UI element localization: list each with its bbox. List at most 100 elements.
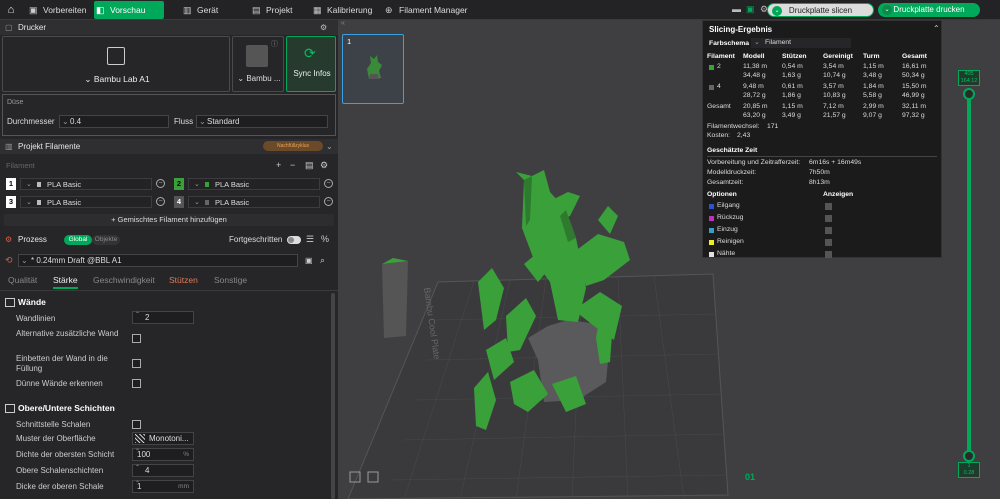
retract-color-swatch: [709, 216, 714, 221]
nozzle-diameter-select[interactable]: ⌄ 0.4: [59, 115, 169, 128]
tab-project[interactable]: ▤ Projekt: [250, 1, 300, 19]
filament-row-4: 4 ⌄ PLA Basic −: [174, 196, 333, 210]
layer-bottom-handle[interactable]: [963, 450, 975, 462]
top-bar: ⌂ ▣ Vorbereiten ◧ Vorschau ▥ Gerät ▤ Projekt…: [0, 0, 1000, 20]
travel-color-swatch: [709, 204, 714, 209]
top-pattern-select[interactable]: Monotoni...: [132, 432, 194, 445]
printer-selector[interactable]: ⌄ Bambu Lab A1: [2, 36, 230, 92]
cube-icon: ▣: [29, 5, 38, 15]
reset-icon[interactable]: ⟲: [5, 255, 13, 266]
global-toggle[interactable]: Global: [64, 235, 92, 245]
remove-filament-icon[interactable]: −: [324, 197, 333, 206]
tab-filament-manager[interactable]: ⊕ Filament Manager: [383, 1, 471, 19]
tab-device[interactable]: ▥ Gerät: [181, 1, 227, 19]
device-icon: ▥: [183, 5, 192, 15]
remove-filament-icon[interactable]: −: [156, 197, 165, 206]
thin-walls-checkbox[interactable]: [132, 379, 141, 388]
sync-info-button[interactable]: ⟳ Sync Infos: [286, 36, 336, 92]
list-icon[interactable]: ☰: [306, 234, 314, 245]
interface-shells-checkbox[interactable]: [132, 420, 141, 429]
subtab-other[interactable]: Sonstige: [214, 275, 247, 285]
slice-plate-button[interactable]: ⌄ Druckplatte slicen: [767, 3, 874, 17]
tab-preview[interactable]: ◧ Vorschau: [94, 1, 164, 19]
filament-select-4[interactable]: ⌄ PLA Basic: [188, 196, 320, 208]
top-shell-layers-input[interactable]: 4: [132, 463, 194, 477]
nozzle-flow-select[interactable]: ⌄ Standard: [196, 115, 328, 128]
pattern-icon: [135, 434, 145, 443]
filament-section-header: ▥ Projekt Filamente Nachfüllzyklus ⌄: [0, 139, 338, 154]
filament-row-2: 2 ⌄ PLA Basic −: [174, 178, 333, 192]
filament-manager-icon: ⊕: [385, 5, 393, 15]
chevron-down-icon[interactable]: ⌄: [772, 6, 782, 16]
tab-prepare[interactable]: ▣ Vorbereiten: [27, 1, 89, 19]
subtab-quality[interactable]: Qualität: [8, 275, 37, 285]
remove-icon[interactable]: −: [290, 160, 295, 170]
layers-icon[interactable]: ▬: [732, 4, 741, 14]
filament-number-2[interactable]: 2: [174, 178, 184, 190]
project-icon: ▤: [252, 5, 261, 15]
show-wipe-checkbox[interactable]: [825, 239, 832, 246]
print-plate-button[interactable]: ⌄ Druckplatte drucken: [878, 3, 980, 17]
tab-calibration[interactable]: ▦ Kalibrierung: [311, 1, 377, 19]
subtab-strength[interactable]: Stärke: [53, 275, 78, 289]
slicing-result-panel: Slicing-Ergebnis ⌃ Farbschema ⌄ Filament …: [702, 20, 942, 258]
objects-toggle[interactable]: Objekte: [92, 235, 120, 245]
gear-icon[interactable]: ⚙: [320, 160, 328, 171]
subtab-supports[interactable]: Stützen: [169, 275, 198, 285]
device-status-icon[interactable]: ▣: [746, 4, 755, 15]
alternate-wall-checkbox[interactable]: [132, 334, 141, 343]
filament-select-1[interactable]: ⌄ PLA Basic: [20, 178, 152, 190]
collapse-icon[interactable]: ⌃: [933, 24, 940, 33]
add-mixed-filament-button[interactable]: + Gemischtes Filament hinzufügen: [4, 214, 334, 226]
wipe-color-swatch: [709, 240, 714, 245]
printer-section-header: ▢ Drucker ⚙: [0, 20, 338, 35]
remove-filament-icon[interactable]: −: [156, 179, 165, 188]
layer-bottom-label: 1 0.28: [958, 462, 980, 478]
settings-scrollbar[interactable]: [331, 293, 335, 499]
filament-select-3[interactable]: ⌄ PLA Basic: [20, 196, 152, 208]
deretract-color-swatch: [709, 228, 714, 233]
show-travel-checkbox[interactable]: [825, 203, 832, 210]
layer-top-handle[interactable]: [963, 88, 975, 100]
show-retract-checkbox[interactable]: [825, 215, 832, 222]
layer-top-label: 405 164.12: [958, 70, 980, 86]
save-icon[interactable]: ▣: [305, 256, 313, 265]
show-seams-checkbox[interactable]: [825, 251, 832, 258]
refill-badge[interactable]: Nachfüllzyklus: [263, 141, 323, 151]
remove-filament-icon[interactable]: −: [324, 179, 333, 188]
shells-heading: Obere/Untere Schichten: [5, 403, 115, 413]
wall-loops-input[interactable]: 2: [132, 310, 194, 324]
filament-number-3[interactable]: 3: [6, 196, 16, 208]
printer-icon: [107, 47, 125, 65]
chevron-down-icon[interactable]: ⌄: [882, 5, 892, 15]
info-icon[interactable]: ⓘ: [271, 39, 278, 49]
top-density-input[interactable]: 100%: [132, 447, 194, 461]
plate-selector[interactable]: ⓘ ⌄ Bambu ...: [232, 36, 284, 92]
add-icon[interactable]: +: [276, 160, 281, 170]
filament-select-2[interactable]: ⌄ PLA Basic: [188, 178, 320, 190]
show-deretract-checkbox[interactable]: [825, 227, 832, 234]
layer-slider[interactable]: 405 164.12 1 0.28: [958, 70, 980, 482]
chevron-down-icon[interactable]: ⌄: [326, 139, 333, 154]
gear-icon[interactable]: ⚙: [320, 20, 327, 35]
printer-sync-icon[interactable]: ▤: [305, 160, 314, 171]
calibration-icon: ▦: [313, 5, 322, 15]
process-profile-select[interactable]: ⌄ * 0.24mm Draft @BBL A1: [18, 254, 298, 267]
filament-icon: ▥: [5, 142, 13, 151]
filament-number-4[interactable]: 4: [174, 196, 184, 208]
filament-number-1[interactable]: 1: [6, 178, 16, 190]
advanced-toggle[interactable]: [287, 236, 301, 244]
color-scheme-select[interactable]: ⌄ Filament: [751, 38, 851, 48]
walls-heading: Wände: [5, 297, 46, 307]
subtab-speed[interactable]: Geschwindigkeit: [93, 275, 155, 285]
filament-row-3: 3 ⌄ PLA Basic −: [6, 196, 165, 210]
top-shell-thickness-input[interactable]: 1mm: [132, 479, 194, 493]
percent-icon[interactable]: %: [321, 234, 329, 244]
home-icon[interactable]: ⌂: [4, 3, 18, 17]
embed-wall-checkbox[interactable]: [132, 359, 141, 368]
printer-icon: ▢: [5, 23, 13, 32]
search-icon[interactable]: ⌕: [320, 255, 325, 266]
filament-color-swatch: [709, 85, 714, 90]
plate-icon: [246, 45, 268, 67]
preview-icon: ◧: [96, 5, 105, 15]
